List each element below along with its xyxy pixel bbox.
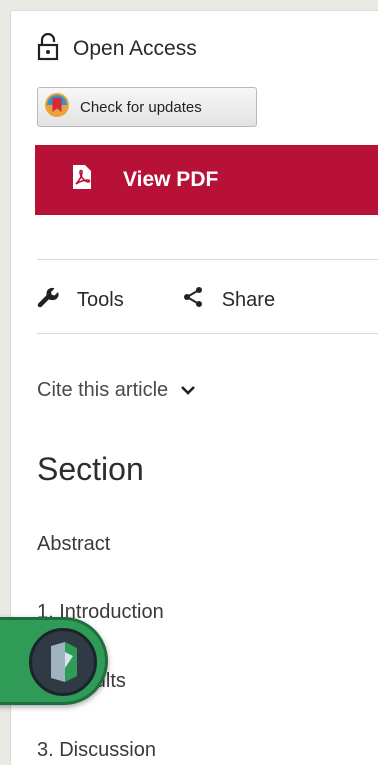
- section-heading: Section: [37, 451, 144, 487]
- divider-top: [37, 259, 378, 260]
- share-label: Share: [221, 288, 276, 311]
- tools-label: Tools: [77, 288, 124, 311]
- pdf-file-icon: [71, 164, 93, 196]
- article-tools-row: Tools Share: [37, 283, 275, 317]
- tools-button[interactable]: Tools: [37, 286, 124, 314]
- open-access-indicator: Open Access: [37, 32, 197, 66]
- divider-bottom: [37, 333, 378, 334]
- toc-item-discussion[interactable]: 3. Discussion: [37, 739, 156, 762]
- cite-this-article-toggle[interactable]: Cite this article: [37, 375, 196, 405]
- chevron-down-icon: [180, 379, 196, 402]
- share-icon: [182, 286, 204, 314]
- share-button[interactable]: Share: [182, 286, 275, 314]
- view-pdf-button[interactable]: View PDF: [35, 145, 378, 215]
- unlocked-padlock-icon: [37, 32, 59, 66]
- crossmark-icon: [44, 92, 70, 122]
- wrench-icon: [37, 286, 59, 314]
- check-for-updates-label: Check for updates: [80, 98, 202, 116]
- open-access-label: Open Access: [73, 37, 197, 60]
- toc-item-abstract[interactable]: Abstract: [37, 533, 110, 556]
- check-for-updates-button[interactable]: Check for updates: [37, 87, 257, 127]
- cite-label: Cite this article: [37, 378, 169, 401]
- view-pdf-label: View PDF: [123, 168, 219, 191]
- bookmark-logo-icon: [29, 628, 97, 696]
- floating-bookmark-badge[interactable]: [0, 617, 108, 705]
